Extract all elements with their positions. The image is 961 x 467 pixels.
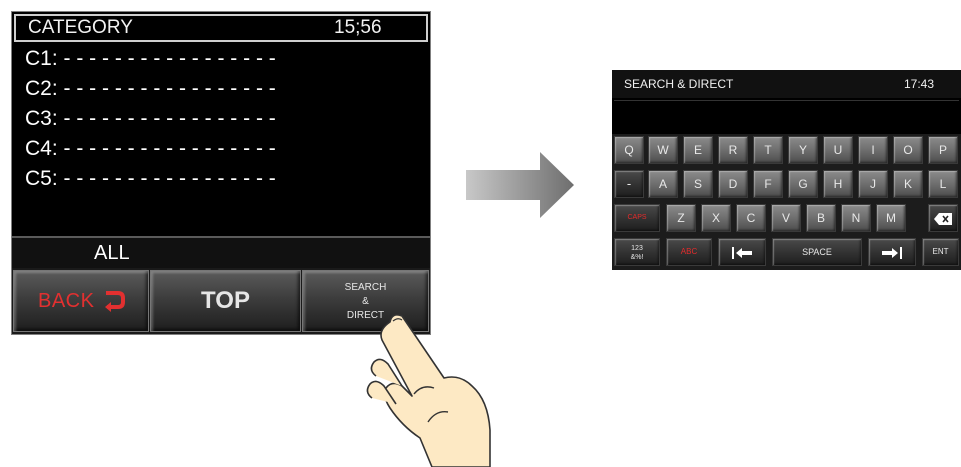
key-j[interactable]: J	[858, 170, 888, 198]
back-button[interactable]: BACK	[13, 270, 149, 332]
category-screen: CATEGORY 15;56 C1: - - - - - - - - - - -…	[11, 11, 431, 335]
key-r[interactable]: R	[718, 136, 748, 164]
key-c[interactable]: C	[736, 204, 766, 232]
key-n[interactable]: N	[841, 204, 871, 232]
key-g[interactable]: G	[788, 170, 818, 198]
numeric-key-top: 123	[631, 245, 643, 252]
key-w[interactable]: W	[648, 136, 678, 164]
screen-title: SEARCH & DIRECT	[624, 77, 734, 91]
cursor-left-key[interactable]	[718, 238, 766, 266]
category-row-c2[interactable]: C2: - - - - - - - - - - - - - - - - -	[25, 76, 276, 102]
search-direct-screen: SEARCH & DIRECT 17:43 Q W E R T Y U I O …	[612, 70, 961, 270]
search-label-line1: SEARCH	[344, 282, 387, 293]
key-s[interactable]: S	[683, 170, 713, 198]
category-value: - - - - - - - - - - - - - - - - -	[63, 47, 276, 70]
key-a[interactable]: A	[648, 170, 678, 198]
cursor-right-key[interactable]	[868, 238, 916, 266]
category-row-c4[interactable]: C4: - - - - - - - - - - - - - - - - -	[25, 136, 276, 162]
key-i[interactable]: I	[858, 136, 888, 164]
transition-arrow-icon	[466, 152, 574, 218]
key-e[interactable]: E	[683, 136, 713, 164]
numeric-key-bottom: &%!	[630, 254, 644, 261]
key-v[interactable]: V	[771, 204, 801, 232]
key-l[interactable]: L	[928, 170, 958, 198]
category-label: C3:	[25, 107, 58, 130]
category-row-c3[interactable]: C3: - - - - - - - - - - - - - - - - -	[25, 106, 276, 132]
key-m[interactable]: M	[876, 204, 906, 232]
category-label: C5:	[25, 167, 58, 190]
key-p[interactable]: P	[928, 136, 958, 164]
screen-title: CATEGORY	[28, 17, 133, 38]
category-row-c1[interactable]: C1: - - - - - - - - - - - - - - - - -	[25, 46, 276, 72]
enter-key[interactable]: ENT	[922, 238, 959, 266]
category-row-c5[interactable]: C5: - - - - - - - - - - - - - - - - -	[25, 166, 276, 192]
filter-bar[interactable]: ALL	[12, 236, 430, 268]
key-numeric[interactable]: 123 &%!	[614, 238, 660, 266]
search-header: SEARCH & DIRECT 17:43	[612, 70, 961, 98]
category-value: - - - - - - - - - - - - - - - - -	[63, 167, 276, 190]
category-value: - - - - - - - - - - - - - - - - -	[63, 107, 276, 130]
key-o[interactable]: O	[893, 136, 923, 164]
back-arrow-icon	[105, 291, 125, 312]
key-z[interactable]: Z	[666, 204, 696, 232]
key-k[interactable]: K	[893, 170, 923, 198]
backspace-icon	[934, 213, 952, 225]
filter-label: ALL	[94, 242, 130, 264]
key-u[interactable]: U	[823, 136, 853, 164]
key-abc[interactable]: ABC	[666, 238, 712, 266]
key-q[interactable]: Q	[614, 136, 644, 164]
key-b[interactable]: B	[806, 204, 836, 232]
key-caps[interactable]: CAPS	[614, 204, 660, 232]
hand-pointer-icon	[366, 314, 491, 467]
key-d[interactable]: D	[718, 170, 748, 198]
top-label: TOP	[201, 287, 250, 314]
category-label: C4:	[25, 137, 58, 160]
key-hyphen[interactable]: -	[614, 170, 644, 198]
category-value: - - - - - - - - - - - - - - - - -	[63, 137, 276, 160]
backspace-key[interactable]	[928, 204, 958, 232]
cursor-left-icon	[732, 247, 752, 259]
on-screen-keyboard: Q W E R T Y U I O P - A S D F G H J K L …	[612, 134, 961, 270]
key-h[interactable]: H	[823, 170, 853, 198]
category-value: - - - - - - - - - - - - - - - - -	[63, 77, 276, 100]
top-button[interactable]: TOP	[150, 270, 301, 332]
category-label: C1:	[25, 47, 58, 70]
back-label: BACK	[38, 290, 95, 312]
category-header: CATEGORY 15;56	[14, 14, 428, 42]
clock: 15;56	[334, 17, 382, 38]
search-input[interactable]	[614, 100, 959, 131]
key-f[interactable]: F	[753, 170, 783, 198]
key-t[interactable]: T	[753, 136, 783, 164]
cursor-right-icon	[882, 247, 902, 259]
category-label: C2:	[25, 77, 58, 100]
key-y[interactable]: Y	[788, 136, 818, 164]
key-x[interactable]: X	[701, 204, 731, 232]
space-key[interactable]: SPACE	[772, 238, 862, 266]
clock: 17:43	[904, 77, 935, 91]
